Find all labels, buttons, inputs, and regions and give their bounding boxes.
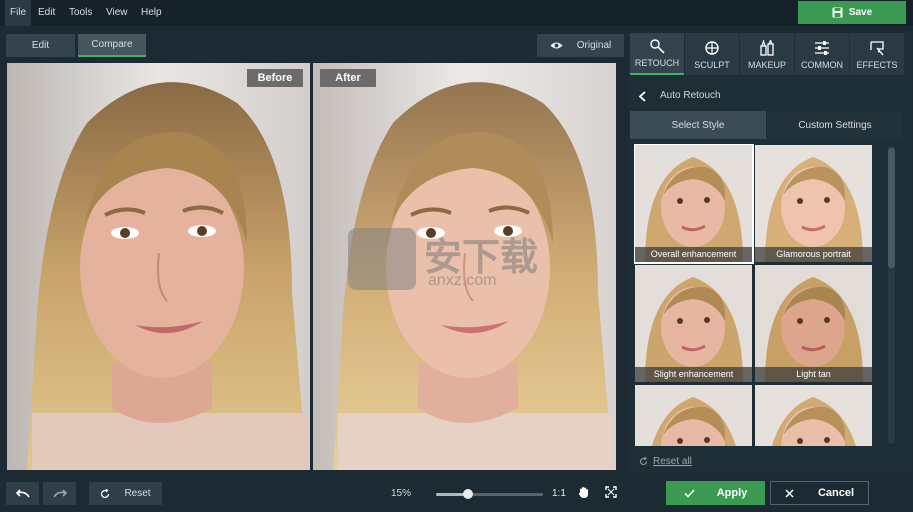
- panel-scrollbar-thumb[interactable]: [888, 148, 895, 268]
- hand-icon: [578, 487, 588, 498]
- reset-all-link[interactable]: Reset all: [639, 456, 692, 467]
- style-caption: Slight enhancement: [635, 367, 752, 382]
- sliders-icon: [815, 41, 829, 55]
- tab-retouch-label: RETOUCH: [634, 58, 680, 68]
- menu-file[interactable]: File: [5, 0, 32, 26]
- tab-makeup[interactable]: MAKEUP: [740, 33, 794, 75]
- watermark: 安下载 anxz.com: [348, 222, 568, 294]
- makeup-icon: [760, 40, 774, 56]
- menu-edit[interactable]: Edit: [33, 0, 60, 26]
- style-preview-image: [755, 145, 872, 262]
- back-button[interactable]: [634, 88, 650, 104]
- tab-effects-label: EFFECTS: [856, 60, 898, 70]
- before-label: Before: [247, 69, 303, 87]
- undo-icon: [15, 489, 30, 498]
- check-icon: [684, 488, 695, 498]
- after-label: After: [320, 69, 376, 87]
- effects-icon: [870, 41, 884, 56]
- apply-label: Apply: [716, 487, 748, 499]
- watermark-bag-icon: [348, 228, 416, 290]
- reset-all-label: Reset all: [653, 456, 692, 467]
- reset-icon: [639, 457, 648, 466]
- style-light-tan[interactable]: Light tan: [755, 265, 872, 382]
- save-label: Save: [848, 7, 873, 18]
- before-image[interactable]: [7, 63, 310, 470]
- style-caption: Light tan: [755, 367, 872, 382]
- style-glamorous-portrait[interactable]: Glamorous portrait: [755, 145, 872, 262]
- apply-button[interactable]: Apply: [666, 481, 765, 505]
- style-preview-image: [635, 265, 752, 382]
- subtab-select-style[interactable]: Select Style: [630, 111, 766, 139]
- floppy-icon: [832, 7, 843, 18]
- menu-bar: File Edit Tools View Help Save: [0, 0, 913, 26]
- style-thumbnail[interactable]: [755, 385, 872, 446]
- tab-common-label: COMMON: [801, 60, 843, 70]
- edit-view-button[interactable]: Edit: [6, 34, 75, 57]
- panel-title: Auto Retouch: [660, 90, 721, 101]
- style-preview-image: [755, 265, 872, 382]
- redo-button[interactable]: [43, 482, 76, 505]
- zoom-slider-handle[interactable]: [463, 489, 474, 499]
- reset-button[interactable]: Reset: [89, 482, 162, 505]
- fullscreen-icon: [605, 486, 617, 498]
- cancel-label: Cancel: [817, 487, 855, 499]
- tab-sculpt-label: SCULPT: [694, 60, 730, 70]
- redo-icon: [52, 489, 67, 498]
- subtab-custom-settings[interactable]: Custom Settings: [767, 111, 903, 139]
- fit-screen-button[interactable]: [605, 486, 619, 500]
- tab-sculpt[interactable]: SCULPT: [685, 33, 739, 75]
- compare-view-button[interactable]: Compare: [78, 34, 146, 57]
- cancel-button[interactable]: Cancel: [770, 481, 869, 505]
- style-slight-enhancement[interactable]: Slight enhancement: [635, 265, 752, 382]
- menu-view[interactable]: View: [101, 0, 133, 26]
- tab-common[interactable]: COMMON: [795, 33, 849, 75]
- style-thumbnail[interactable]: [635, 385, 752, 446]
- panel-scrollbar[interactable]: [888, 146, 895, 444]
- sculpt-icon: [705, 41, 719, 55]
- style-caption: Overall enhancement: [635, 247, 752, 262]
- undo-button[interactable]: [6, 482, 39, 505]
- style-caption: Glamorous portrait: [755, 247, 872, 262]
- zoom-value: 15%: [391, 488, 412, 499]
- style-grid: Overall enhancement Glamorous portrait S…: [634, 144, 884, 446]
- original-label: Original: [576, 40, 612, 51]
- tab-makeup-label: MAKEUP: [747, 60, 786, 70]
- reset-icon: [101, 488, 110, 498]
- tab-retouch[interactable]: RETOUCH: [630, 33, 684, 75]
- watermark-subtext: anxz.com: [428, 272, 497, 289]
- zoom-slider[interactable]: [436, 489, 543, 499]
- reset-label: Reset: [124, 488, 151, 499]
- tab-effects[interactable]: EFFECTS: [850, 33, 904, 75]
- retouch-icon: [650, 39, 665, 54]
- hand-tool-button[interactable]: [578, 486, 592, 500]
- save-button[interactable]: Save: [798, 1, 906, 24]
- eye-icon: [550, 42, 563, 49]
- style-preview-image: [635, 385, 752, 446]
- actual-size-button[interactable]: 1:1: [552, 488, 566, 499]
- style-preview-image: [755, 385, 872, 446]
- style-preview-image: [635, 145, 752, 262]
- close-icon: [785, 488, 794, 498]
- menu-help[interactable]: Help: [136, 0, 167, 26]
- original-button[interactable]: Original: [537, 34, 624, 57]
- chevron-left-icon: [638, 90, 646, 102]
- style-overall-enhancement[interactable]: Overall enhancement: [634, 144, 754, 264]
- menu-tools[interactable]: Tools: [64, 0, 97, 26]
